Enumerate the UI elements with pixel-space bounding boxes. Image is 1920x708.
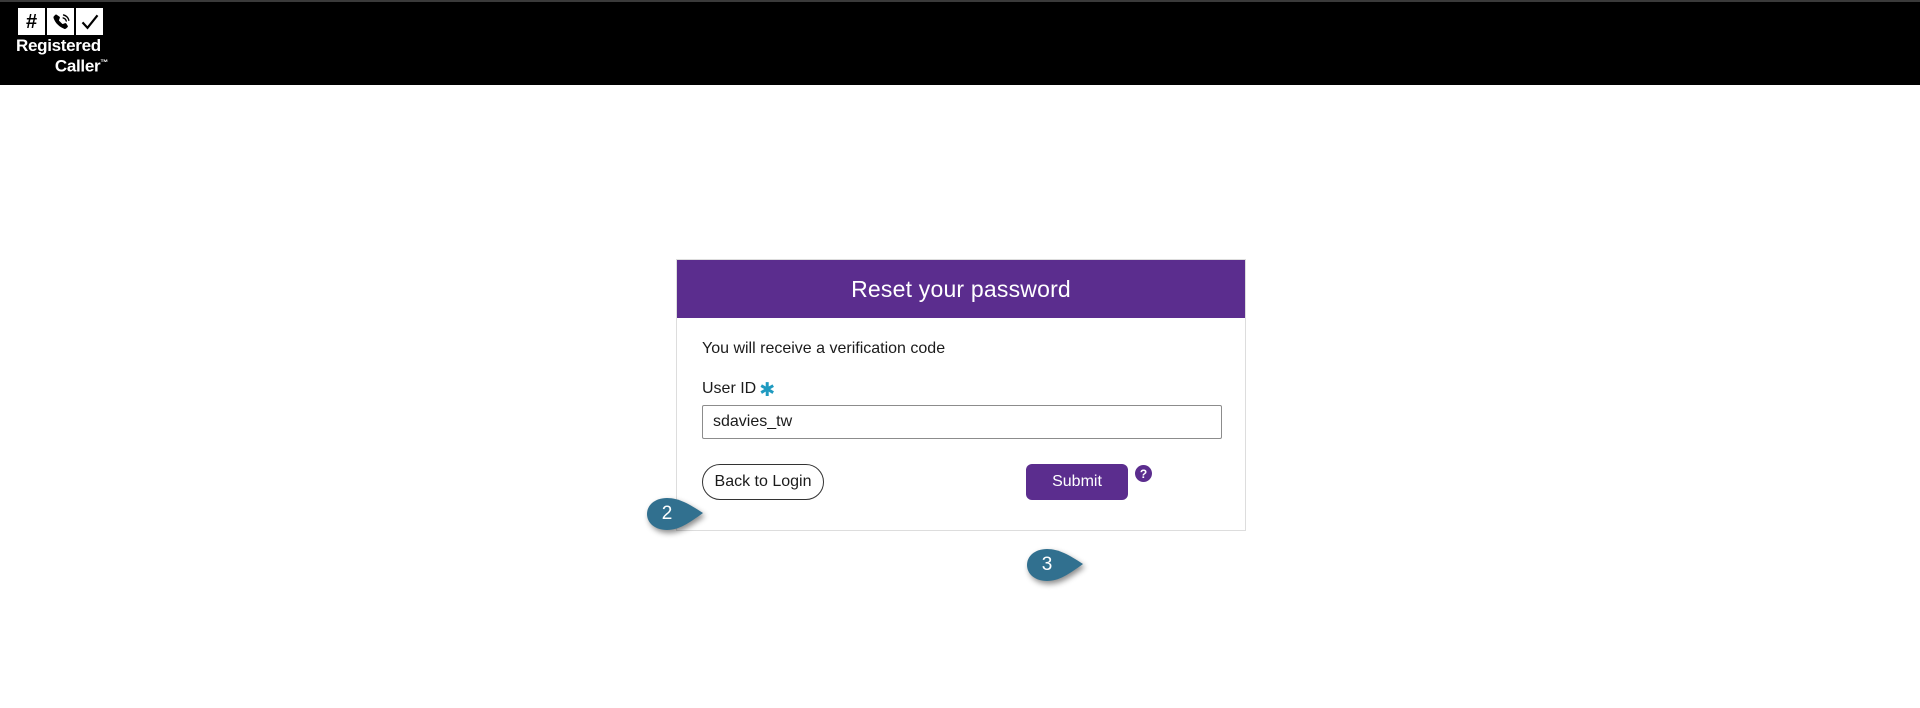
logo-word-registered: Registered [16,36,101,55]
page-title: Reset your password [851,275,1071,302]
callout-pin-3: 3 [1025,547,1087,583]
registered-caller-logo: # Registered Caller™ [14,8,110,75]
card-header: Reset your password [677,260,1245,318]
callout-pin-2: 2 [645,496,707,532]
logo-word-caller: Caller™ [14,54,110,75]
logo-icon-tiles: # [18,8,110,35]
submit-button[interactable]: Submit [1026,464,1128,500]
user-id-label-row: User ID ✱ [702,380,1220,401]
instruction-text: You will receive a verification code [702,340,946,357]
top-navigation-bar: # Registered Caller™ [0,0,1920,85]
page-content-area: Reset your password You will receive a v… [0,85,1920,708]
phone-waves-icon [47,8,74,35]
reset-password-card: Reset your password You will receive a v… [676,259,1246,531]
card-body: You will receive a verification code Use… [677,318,1245,530]
user-id-input[interactable] [702,405,1222,439]
back-to-login-button[interactable]: Back to Login [702,464,824,500]
logo-caller-text: Caller [54,56,101,76]
form-actions-row: Back to Login Submit ? [702,464,1220,500]
help-question-icon[interactable]: ? [1135,465,1152,482]
user-id-label: User ID [702,380,757,397]
hash-icon: # [18,8,45,35]
required-asterisk-icon: ✱ [759,380,776,401]
checkmark-icon [76,8,103,35]
trademark-symbol: ™ [100,58,108,67]
